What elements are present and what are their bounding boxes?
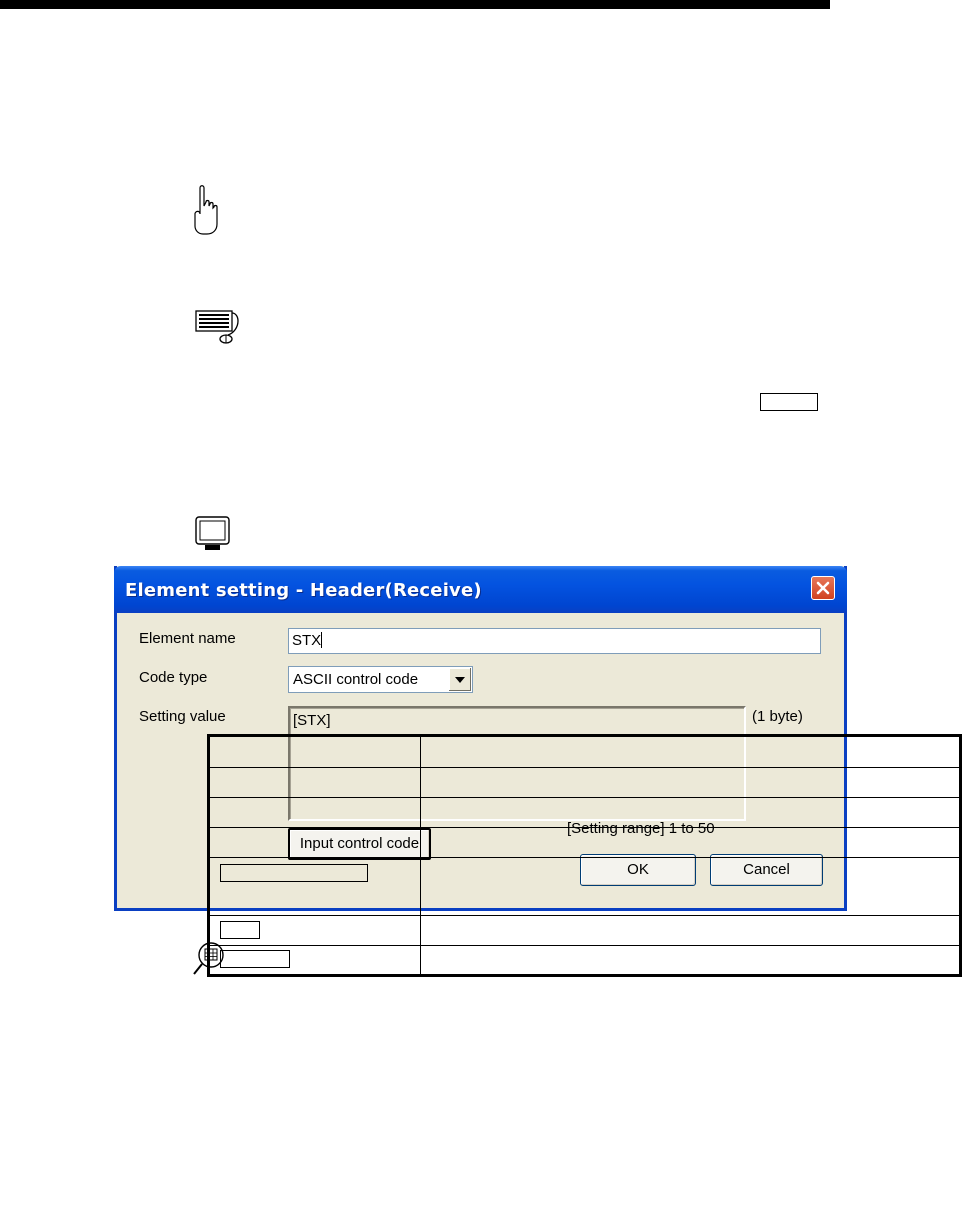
element-name-value: STX	[292, 632, 322, 649]
table-row	[207, 734, 962, 768]
setting-value-text: [STX]	[293, 712, 331, 729]
page-header-bar	[0, 0, 830, 9]
table-cell	[207, 827, 421, 858]
dialog-title: Element setting - Header(Receive)	[125, 580, 482, 601]
table-row	[207, 767, 962, 798]
close-button[interactable]	[811, 576, 835, 600]
ok-key-box	[220, 921, 260, 939]
monitor-icon	[195, 516, 231, 552]
table-row	[207, 827, 962, 858]
table-cell	[420, 857, 962, 916]
table-cell	[207, 734, 421, 768]
element-name-input[interactable]: STX	[288, 628, 821, 654]
table-cell	[420, 945, 962, 977]
table-row	[207, 915, 962, 946]
table-cell	[207, 857, 421, 916]
chevron-down-icon[interactable]	[448, 668, 471, 691]
table-cell	[420, 827, 962, 858]
element-name-label: Element name	[139, 630, 236, 647]
table-cell	[207, 915, 421, 946]
text-caret	[321, 632, 323, 648]
setting-value-label: Setting value	[139, 708, 226, 725]
table-cell	[207, 767, 421, 798]
code-type-select[interactable]: ASCII control code	[288, 666, 473, 693]
dialog-titlebar: Element setting - Header(Receive)	[114, 566, 847, 613]
table-row	[207, 945, 962, 977]
table-row	[207, 797, 962, 828]
key-indicator-box	[760, 393, 818, 411]
table-cell	[420, 767, 962, 798]
table-cell	[420, 734, 962, 768]
hand-pointer-icon	[192, 184, 232, 236]
byte-count: (1 byte)	[752, 708, 803, 725]
close-icon	[816, 581, 830, 595]
code-type-value: ASCII control code	[293, 671, 419, 688]
table-cell	[207, 797, 421, 828]
settings-description-table	[207, 734, 962, 977]
code-type-label: Code type	[139, 669, 208, 686]
keyboard-icon	[194, 309, 240, 345]
table-cell	[420, 797, 962, 828]
table-cell	[207, 945, 421, 977]
table-cell	[420, 915, 962, 946]
table-row	[207, 857, 962, 916]
cancel-key-box	[220, 950, 290, 968]
input-control-code-key-box	[220, 864, 368, 882]
